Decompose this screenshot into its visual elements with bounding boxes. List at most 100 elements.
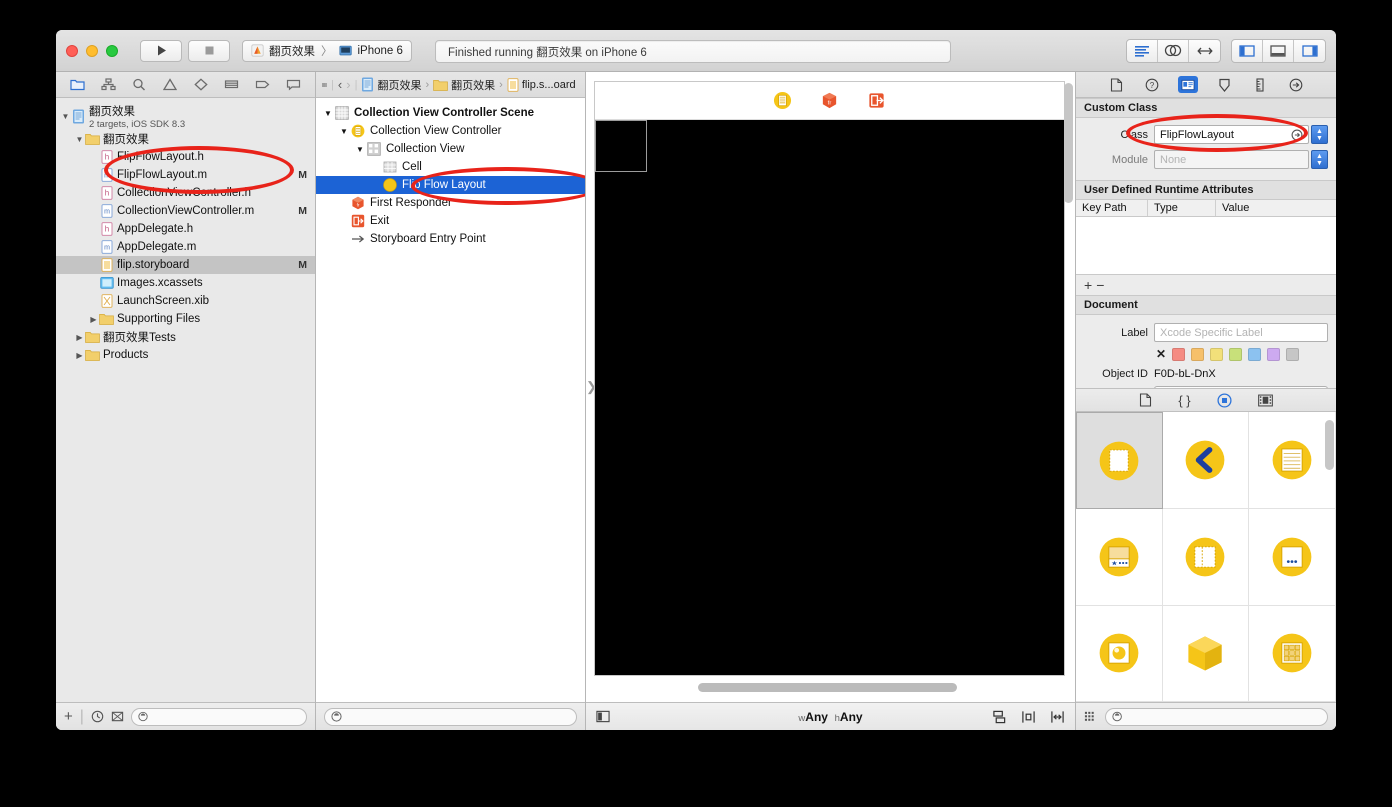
attributes-inspector-tab[interactable] — [1214, 76, 1234, 93]
navigator-filter-input[interactable] — [130, 707, 307, 726]
issue-navigator-tab[interactable] — [159, 76, 181, 94]
clear-color-button[interactable]: ✕ — [1156, 347, 1166, 361]
connections-inspector-tab[interactable] — [1286, 76, 1306, 93]
navigator-row-4[interactable]: h CollectionViewController.h — [56, 184, 315, 202]
scheme-selector[interactable]: 翻页效果 〉 iPhone 6 — [242, 39, 412, 62]
module-field-stepper[interactable]: ▲ ▼ — [1311, 150, 1328, 169]
collection-view-cell[interactable] — [595, 120, 647, 172]
size-inspector-tab[interactable] — [1250, 76, 1270, 93]
media-library-icon[interactable] — [1257, 394, 1273, 407]
forward-chevron-icon[interactable]: › — [346, 77, 350, 92]
first-responder-icon[interactable]: fr — [820, 91, 839, 110]
outline-twisty[interactable]: ▼ — [322, 109, 334, 118]
label-color-swatch-1[interactable] — [1191, 347, 1205, 361]
outline-row-2[interactable]: ▼ Collection View — [316, 140, 585, 158]
standard-editor-button[interactable] — [1127, 39, 1158, 62]
library-scroll-thumb[interactable] — [1325, 420, 1334, 470]
quick-help-tab[interactable]: ? — [1142, 76, 1162, 93]
navigator-row-9[interactable]: Images.xcassets — [56, 274, 315, 292]
navigation-controller-object[interactable] — [1162, 412, 1250, 510]
file-template-library-icon[interactable] — [1139, 393, 1152, 407]
report-navigator-tab[interactable] — [283, 76, 305, 94]
grid-view-icon[interactable] — [1084, 710, 1098, 723]
related-items-icon[interactable] — [322, 79, 327, 91]
outline-row-5[interactable]: fr First Responder — [316, 194, 585, 212]
outline-tree[interactable]: ▼ Collection View Controller Scene ▼ Collec… — [316, 98, 585, 702]
toggle-debug-area-button[interactable] — [1263, 39, 1294, 62]
outline-row-0[interactable]: ▼ Collection View Controller Scene — [316, 104, 585, 122]
library-filter-text[interactable] — [1126, 710, 1321, 723]
navigator-twisty[interactable]: ▶ — [88, 315, 99, 324]
label-field[interactable]: Xcode Specific Label — [1154, 323, 1328, 342]
minimize-button[interactable] — [86, 44, 98, 57]
navigator-filter-text[interactable] — [151, 710, 300, 723]
navigator-row-10[interactable]: LaunchScreen.xib — [56, 292, 315, 310]
object-library-grid[interactable] — [1076, 412, 1336, 702]
navigator-row-7[interactable]: m AppDelegate.m — [56, 238, 315, 256]
recent-icon[interactable] — [91, 710, 104, 723]
navigator-row-1[interactable]: ▼ 翻页效果 — [56, 130, 315, 148]
remove-attribute-button[interactable]: − — [1096, 277, 1108, 293]
runtime-attributes-table-body[interactable] — [1076, 217, 1336, 275]
assistant-editor-button[interactable] — [1158, 39, 1189, 62]
navigator-twisty[interactable]: ▶ — [74, 351, 85, 360]
outline-row-1[interactable]: ▼ Collection View Controller — [316, 122, 585, 140]
project-navigator-tree[interactable]: ▼ 翻页效果 2 targets, iOS SDK 8.3 ▼ 翻页效果 h FlipFlo… — [56, 98, 315, 702]
outline-row-4[interactable]: Flip Flow Layout — [316, 176, 585, 194]
breadcrumb-item-1[interactable]: 翻页效果 — [433, 77, 495, 93]
toggle-navigator-button[interactable] — [1232, 39, 1263, 62]
file-inspector-tab[interactable] — [1106, 76, 1126, 93]
object-library-icon[interactable] — [1217, 392, 1232, 408]
navigator-row-13[interactable]: ▶ Products — [56, 346, 315, 364]
module-field[interactable]: None — [1154, 150, 1309, 169]
gl-kit-view-controller-object[interactable] — [1076, 605, 1163, 702]
label-color-swatch-6[interactable] — [1286, 347, 1300, 361]
breakpoint-navigator-tab[interactable] — [252, 76, 274, 94]
identity-inspector-tab[interactable] — [1178, 76, 1198, 93]
navigator-row-5[interactable]: m CollectionViewController.m M — [56, 202, 315, 220]
navigator-row-11[interactable]: ▶ Supporting Files — [56, 310, 315, 328]
add-attribute-button[interactable]: + — [1084, 277, 1096, 293]
zoom-button[interactable] — [106, 44, 118, 57]
code-snippet-library-icon[interactable]: { } — [1178, 393, 1190, 408]
navigator-row-12[interactable]: ▶ 翻页效果Tests — [56, 328, 315, 346]
table-view-controller-object[interactable] — [1249, 412, 1336, 510]
add-file-button[interactable]: + — [64, 708, 73, 725]
navigator-twisty[interactable]: ▼ — [74, 135, 85, 144]
size-class-indicator[interactable]: wAny hAny — [586, 710, 1075, 724]
source-control-filter-icon[interactable] — [111, 710, 124, 723]
label-color-swatch-5[interactable] — [1267, 347, 1281, 361]
navigator-twisty[interactable]: ▼ — [60, 112, 71, 121]
navigator-row-2[interactable]: h FlipFlowLayout.h — [56, 148, 315, 166]
run-button[interactable] — [140, 39, 182, 62]
collection-view-controller-scene[interactable]: fr — [594, 81, 1065, 676]
breadcrumb-item-0[interactable]: 翻页效果 — [361, 77, 421, 93]
page-view-controller-object[interactable] — [1249, 509, 1336, 606]
breadcrumb-item-2[interactable]: flip.s...oard — [507, 77, 576, 92]
view-controller-icon[interactable] — [773, 91, 792, 110]
outline-row-6[interactable]: Exit — [316, 212, 585, 230]
navigator-row-0[interactable]: ▼ 翻页效果 2 targets, iOS SDK 8.3 — [56, 102, 315, 130]
class-field-stepper[interactable]: ▲ ▼ — [1311, 125, 1328, 144]
version-editor-button[interactable] — [1189, 40, 1220, 62]
label-color-swatch-2[interactable] — [1210, 347, 1224, 361]
interface-builder-canvas[interactable]: ❯ fr — [586, 72, 1075, 702]
outline-row-3[interactable]: Cell — [316, 158, 585, 176]
close-button[interactable] — [66, 44, 78, 57]
label-color-swatch-0[interactable] — [1172, 347, 1186, 361]
toggle-utilities-button[interactable] — [1294, 40, 1325, 62]
navigator-row-3[interactable]: m FlipFlowLayout.m M — [56, 166, 315, 184]
split-view-controller-object[interactable] — [1162, 509, 1250, 606]
tab-bar-controller-object[interactable] — [1076, 509, 1163, 606]
navigator-row-8[interactable]: flip.storyboard M — [56, 256, 315, 274]
navigator-twisty[interactable]: ▶ — [74, 333, 85, 342]
object-cube-object[interactable] — [1162, 605, 1250, 702]
collection-view-controller-object[interactable] — [1249, 605, 1336, 702]
test-navigator-tab[interactable] — [190, 76, 212, 94]
canvas-vertical-scrollbar[interactable] — [1063, 81, 1074, 676]
outline-twisty[interactable]: ▼ — [338, 127, 350, 136]
outline-filter-input[interactable] — [324, 707, 577, 726]
view-controller-object[interactable] — [1076, 412, 1163, 510]
label-color-swatch-3[interactable] — [1229, 347, 1243, 361]
exit-icon[interactable] — [867, 91, 886, 110]
